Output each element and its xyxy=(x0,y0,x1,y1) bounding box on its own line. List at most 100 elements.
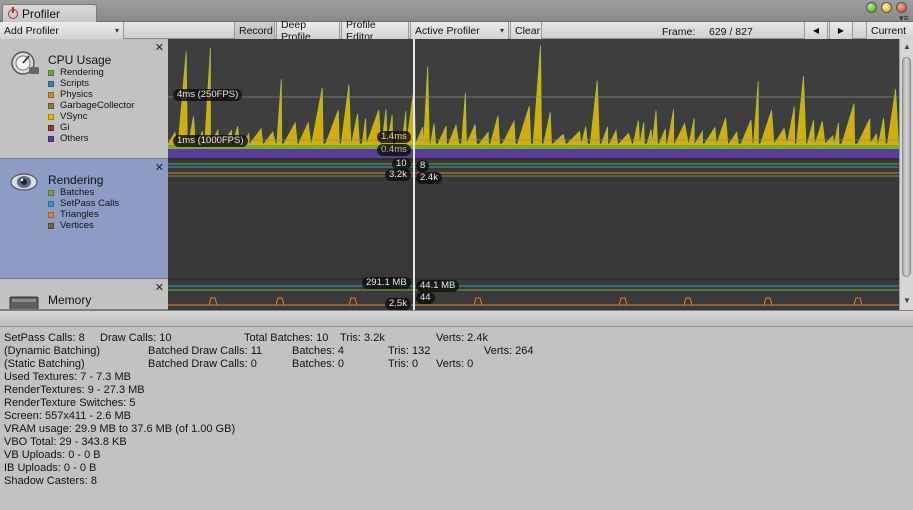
frame-label: Frame: xyxy=(662,26,696,38)
close-cpu-panel-icon[interactable]: ✕ xyxy=(155,41,164,54)
detail-line: VB Uploads: 0 - 0 B xyxy=(4,449,101,461)
cpu-others-value: 0.4ms xyxy=(377,144,411,156)
vertices-right-value: 2.4k xyxy=(416,172,442,184)
detail-static-tris: Tris: 0 xyxy=(388,358,419,370)
current-label: Current xyxy=(871,24,907,37)
memory-title: Memory xyxy=(48,293,92,307)
add-profiler-label: Add Profiler xyxy=(4,24,59,37)
rendering-legend-label: SetPass Calls xyxy=(60,198,120,209)
detail-line: Shadow Casters: 8 xyxy=(4,475,97,487)
cpu-legend-label: Gi xyxy=(60,122,70,133)
cpu-legend-item[interactable]: Physics xyxy=(48,89,134,100)
profiler-icon xyxy=(8,7,18,19)
cpu-legend-swatch xyxy=(48,124,54,131)
scrollbar-thumb[interactable] xyxy=(902,57,911,277)
record-toggle[interactable]: Record xyxy=(234,22,275,39)
profiler-graph-area[interactable]: 4ms (250FPS) 1ms (1000FPS) 1.4ms 0.4ms 1… xyxy=(168,39,899,310)
detail-line: RenderTexture Switches: 5 xyxy=(4,397,136,409)
add-profiler-dropdown[interactable]: Add Profiler xyxy=(0,22,124,39)
detail-dyn-tris: Tris: 132 xyxy=(388,345,431,357)
detail-setpass: SetPass Calls: 8 xyxy=(4,332,85,344)
cpu-legend-label: GarbageCollector xyxy=(60,100,135,111)
cpu-legend: Rendering Scripts Physics GarbageCollector V… xyxy=(48,67,134,144)
rendering-eye-icon xyxy=(10,173,38,191)
setpass-right-value: 8 xyxy=(416,160,430,172)
minimize-window-button[interactable] xyxy=(881,2,892,13)
memory-chip-icon xyxy=(9,296,39,309)
cpu-legend-item[interactable]: Scripts xyxy=(48,78,134,89)
zoom-window-button[interactable] xyxy=(866,2,877,13)
panel-splitter[interactable] xyxy=(0,310,913,327)
cpu-legend-item[interactable]: Others xyxy=(48,133,134,144)
chevron-right-icon: ▶ xyxy=(837,26,845,35)
detail-dyn-verts: Verts: 264 xyxy=(484,345,534,357)
memory-total-left-value: 291.1 MB xyxy=(362,277,411,289)
memory-used-right-value: 44.1 MB xyxy=(416,280,460,292)
window-menu-icon[interactable]: ▾≡ xyxy=(899,14,911,23)
rendering-legend-item[interactable]: Triangles xyxy=(48,209,119,220)
cpu-usage-panel[interactable]: CPU Usage ✕ Rendering Scripts Physics Garba… xyxy=(0,39,168,159)
cpu-legend-item[interactable]: VSync xyxy=(48,111,134,122)
detail-line: Used Textures: 7 - 7.3 MB xyxy=(4,371,131,383)
triangles-left-value: 3.2k xyxy=(385,169,411,181)
detail-static-batches: Batches: 0 xyxy=(292,358,344,370)
cpu-legend-item[interactable]: Gi xyxy=(48,122,134,133)
deep-profile-toggle[interactable]: Deep Profile xyxy=(276,19,340,43)
detail-line: VBO Total: 29 - 343.8 KB xyxy=(4,436,127,448)
detail-tris: Tris: 3.2k xyxy=(340,332,385,344)
rendering-details: SetPass Calls: 8 Draw Calls: 10 Total Ba… xyxy=(4,330,909,506)
profiler-tab[interactable]: Profiler xyxy=(2,4,97,23)
scroll-down-icon[interactable]: ▼ xyxy=(903,296,911,305)
memory-objects-left-value: 2.5k xyxy=(385,298,411,310)
detail-dyn-batches: Batches: 4 xyxy=(292,345,344,357)
rendering-legend-item[interactable]: Batches xyxy=(48,187,119,198)
close-window-button[interactable] xyxy=(896,2,907,13)
cpu-legend-swatch xyxy=(48,80,54,87)
cpu-legend-label: Physics xyxy=(60,89,93,100)
window-titlebar: Profiler ▾≡ xyxy=(0,0,913,23)
detail-lines: Used Textures: 7 - 7.3 MB RenderTextures:… xyxy=(4,371,235,488)
detail-line: VRAM usage: 29.9 MB to 37.6 MB (of 1.00 … xyxy=(4,423,236,435)
close-rendering-panel-icon[interactable]: ✕ xyxy=(155,161,164,174)
rendering-legend-swatch xyxy=(48,211,54,218)
cpu-1ms-label: 1ms (1000FPS) xyxy=(173,135,248,147)
detail-line: IB Uploads: 0 - 0 B xyxy=(4,462,97,474)
memory-panel[interactable]: Memory ✕ xyxy=(0,279,168,310)
cpu-rendering-band xyxy=(168,145,899,149)
clear-button[interactable]: Clear xyxy=(510,22,542,39)
close-memory-panel-icon[interactable]: ✕ xyxy=(155,281,164,294)
cpu-legend-swatch xyxy=(48,91,54,98)
cpu-legend-label: Others xyxy=(60,133,89,144)
cpu-gauge-icon xyxy=(11,51,39,75)
detail-static-batched-calls: Batched Draw Calls: 0 xyxy=(148,358,257,370)
scroll-up-icon[interactable]: ▲ xyxy=(903,42,911,51)
rendering-legend-swatch xyxy=(48,200,54,207)
detail-total-batches: Total Batches: 10 xyxy=(244,332,329,344)
detail-line: Screen: 557x411 - 2.6 MB xyxy=(4,410,131,422)
previous-frame-button[interactable]: ◀ xyxy=(804,22,828,39)
detail-static-verts: Verts: 0 xyxy=(436,358,474,370)
profile-editor-toggle[interactable]: Profile Editor xyxy=(341,19,409,43)
cpu-legend-swatch xyxy=(48,102,54,109)
record-label: Record xyxy=(239,24,273,37)
rendering-legend-label: Triangles xyxy=(60,209,99,220)
rendering-graph-bg xyxy=(168,159,899,279)
rendering-legend-item[interactable]: Vertices xyxy=(48,220,119,231)
memory-count-right-value: 44 xyxy=(416,292,435,304)
chevron-left-icon: ◀ xyxy=(812,26,820,35)
active-profiler-dropdown[interactable]: Active Profiler xyxy=(410,22,509,39)
detail-line: RenderTextures: 9 - 27.3 MB xyxy=(4,384,145,396)
frame-value: 629 / 827 xyxy=(709,26,753,38)
cpu-legend-item[interactable]: Rendering xyxy=(48,67,134,78)
cpu-legend-item[interactable]: GarbageCollector xyxy=(48,100,134,111)
next-frame-button[interactable]: ▶ xyxy=(829,22,853,39)
cpu-legend-swatch xyxy=(48,69,54,76)
rendering-legend-item[interactable]: SetPass Calls xyxy=(48,198,119,209)
cpu-legend-label: Rendering xyxy=(60,67,104,78)
detail-drawcalls: Draw Calls: 10 xyxy=(100,332,172,344)
current-frame-button[interactable]: Current xyxy=(866,22,913,39)
graph-scrollbar[interactable]: ▲ ▼ xyxy=(899,39,913,310)
cpu-others-band xyxy=(168,149,899,158)
cpu-vsync-value: 1.4ms xyxy=(377,131,411,143)
rendering-panel[interactable]: Rendering ✕ Batches SetPass Calls Triangle… xyxy=(0,159,168,279)
